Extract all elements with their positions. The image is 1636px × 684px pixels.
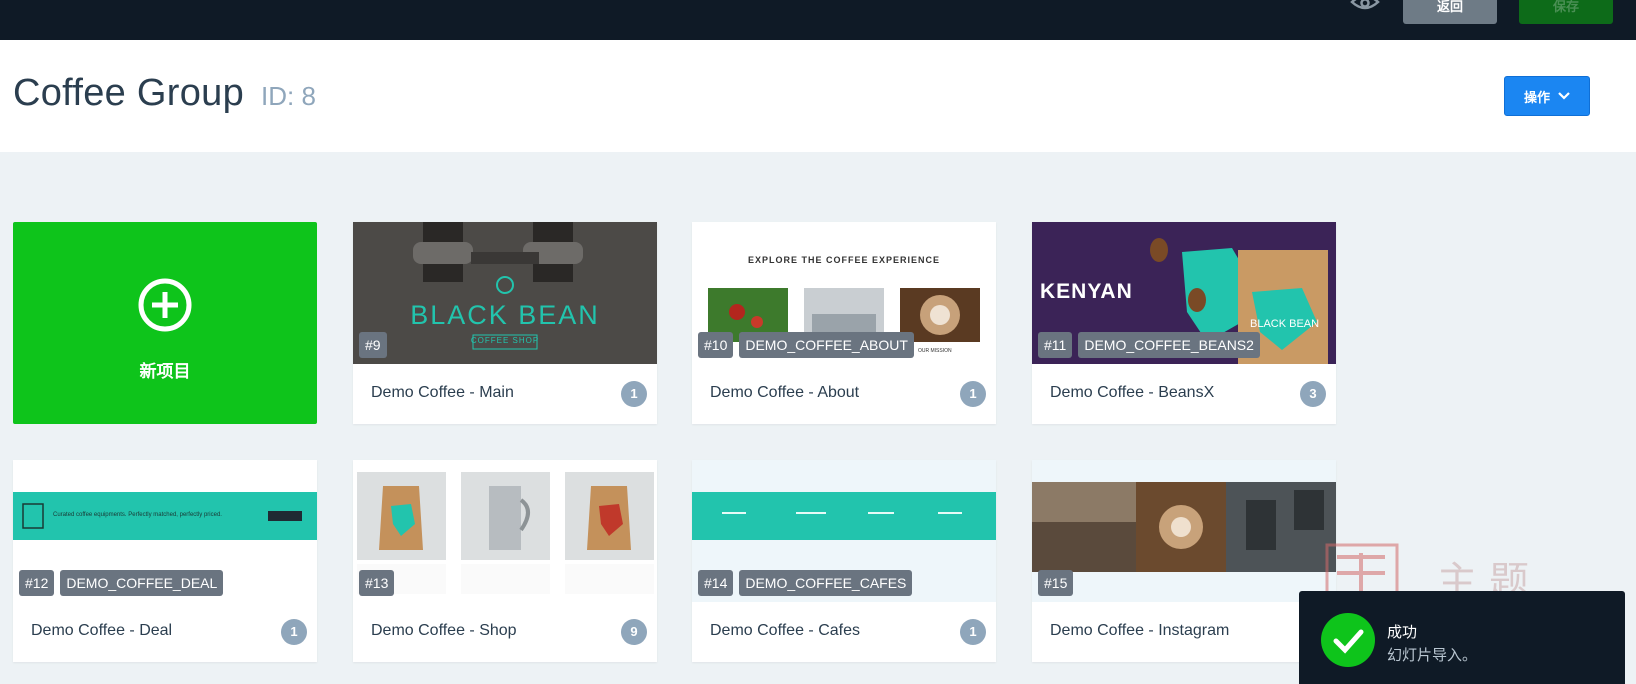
success-toast[interactable]: 成功 幻灯片导入。	[1299, 591, 1625, 684]
slide-footer: Demo Coffee - Shop 9	[353, 602, 657, 662]
slide-thumbnail: #15	[1032, 460, 1336, 602]
slide-thumbnail: BLACK BEAN COFFEE SHOP #9	[353, 222, 657, 364]
slide-tags: #13	[359, 570, 395, 596]
slide-tags: #14 DEMO_COFFEE_CAFES	[698, 570, 913, 596]
slide-name[interactable]: Demo Coffee - Instagram	[1050, 622, 1229, 640]
slide-footer: Demo Coffee - Deal 1	[13, 602, 317, 662]
slide-footer: Demo Coffee - Cafes 1	[692, 602, 996, 662]
slide-name[interactable]: Demo Coffee - Main	[371, 384, 514, 402]
slide-card[interactable]: Curated coffee equipments. Perfectly mat…	[13, 460, 317, 662]
slide-number-badge: #14	[698, 570, 734, 596]
slide-name[interactable]: Demo Coffee - Cafes	[710, 622, 860, 640]
slide-alias-badge: DEMO_COFFEE_CAFES	[739, 570, 913, 596]
toast-message: 幻灯片导入。	[1387, 647, 1478, 664]
slide-number-badge: #11	[1038, 332, 1073, 358]
actions-dropdown-button[interactable]: 操作	[1504, 76, 1590, 116]
slide-card[interactable]: #13 Demo Coffee - Shop 9	[353, 460, 657, 662]
slide-tags: #12 DEMO_COFFEE_DEAL	[19, 570, 224, 596]
thumbnail-heading: EXPLORE THE COFFEE EXPERIENCE	[747, 255, 941, 265]
slide-tags: #9	[359, 332, 387, 358]
slide-name[interactable]: Demo Coffee - Shop	[371, 622, 517, 640]
eye-icon[interactable]	[1350, 0, 1380, 16]
slide-number-badge: #10	[698, 332, 734, 358]
slide-thumbnail: #13	[353, 460, 657, 602]
save-button[interactable]: 保存	[1519, 0, 1613, 24]
thumbnail-heading: Curated coffee equipments. Perfectly mat…	[53, 512, 222, 518]
page-title: Coffee Group	[13, 72, 245, 114]
slide-thumbnail: KENYAN BLACK BEAN #11 DEMO_COFFEE_BEANS2	[1032, 222, 1336, 364]
thumbnail-subheading: OUR MISSION	[918, 348, 952, 354]
toast-title: 成功	[1387, 624, 1418, 641]
group-id: ID: 8	[261, 81, 316, 111]
plus-circle-icon	[138, 278, 192, 332]
top-bar: 返回 保存	[0, 0, 1636, 40]
chevron-down-icon	[1558, 92, 1570, 100]
slide-alias-badge: DEMO_COFFEE_ABOUT	[739, 332, 914, 358]
slide-number-badge: #12	[19, 570, 55, 596]
slide-number-badge: #9	[359, 332, 387, 358]
slide-card[interactable]: BLACK BEAN COFFEE SHOP #9 Demo Coffee - …	[353, 222, 657, 424]
slide-footer: Demo Coffee - BeansX 3	[1032, 364, 1336, 424]
slide-number-badge: #15	[1038, 570, 1074, 596]
slide-thumbnail: #14 DEMO_COFFEE_CAFES	[692, 460, 996, 602]
slide-card[interactable]: #15 Demo Coffee - Instagram	[1032, 460, 1336, 662]
slide-count-badge: 3	[1300, 381, 1326, 407]
slide-alias-badge: DEMO_COFFEE_BEANS2	[1078, 332, 1260, 358]
slide-thumbnail: Curated coffee equipments. Perfectly mat…	[13, 460, 317, 602]
slide-tags: #10 DEMO_COFFEE_ABOUT	[698, 332, 914, 358]
slide-thumbnail: EXPLORE THE COFFEE EXPERIENCE OUR MISSIO…	[692, 222, 996, 364]
back-button[interactable]: 返回	[1403, 0, 1497, 24]
slide-alias-badge: DEMO_COFFEE_DEAL	[60, 570, 224, 596]
slide-name[interactable]: Demo Coffee - BeansX	[1050, 384, 1214, 402]
slide-footer: Demo Coffee - Instagram	[1032, 602, 1336, 662]
slide-footer: Demo Coffee - About 1	[692, 364, 996, 424]
thumbnail-subheading: BLACK BEAN	[1250, 318, 1320, 330]
actions-label: 操作	[1523, 89, 1550, 105]
slide-tags: #11 DEMO_COFFEE_BEANS2	[1038, 332, 1260, 358]
slide-card[interactable]: EXPLORE THE COFFEE EXPERIENCE OUR MISSIO…	[692, 222, 996, 424]
thumbnail-heading: KENYAN	[1040, 280, 1133, 303]
slide-card[interactable]: KENYAN BLACK BEAN #11 DEMO_COFFEE_BEANS2…	[1032, 222, 1336, 424]
slide-number-badge: #13	[359, 570, 395, 596]
slide-count-badge: 1	[960, 381, 986, 407]
slide-footer: Demo Coffee - Main 1	[353, 364, 657, 424]
new-item-label: 新项目	[139, 362, 191, 381]
slide-count-badge: 1	[960, 619, 986, 645]
slide-name[interactable]: Demo Coffee - About	[710, 384, 859, 402]
slide-name[interactable]: Demo Coffee - Deal	[31, 622, 172, 640]
check-circle-icon	[1321, 613, 1375, 667]
slide-count-badge: 9	[621, 619, 647, 645]
page-header: Coffee Group ID: 8 操作	[0, 40, 1636, 152]
slide-count-badge: 1	[281, 619, 307, 645]
thumbnail-subheading: COFFEE SHOP	[470, 336, 540, 345]
slide-card[interactable]: #14 DEMO_COFFEE_CAFES Demo Coffee - Cafe…	[692, 460, 996, 662]
slide-count-badge: 1	[621, 381, 647, 407]
thumbnail-heading: BLACK BEAN	[410, 300, 600, 330]
new-slider-button[interactable]: 新项目	[13, 222, 317, 424]
slide-tags: #15	[1038, 570, 1074, 596]
